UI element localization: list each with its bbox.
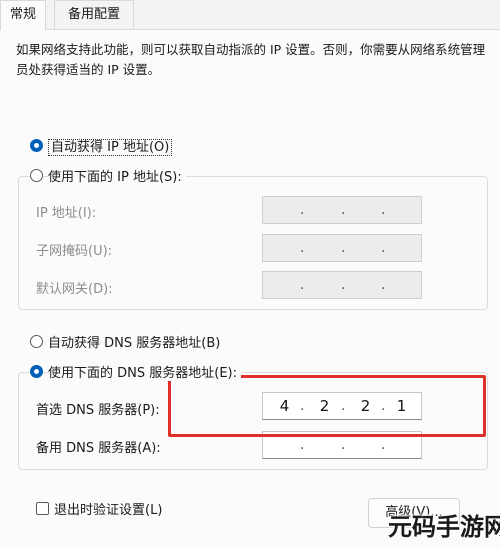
- watermark-logo: 元码手游网: [366, 501, 500, 545]
- radio-auto-dns[interactable]: [30, 335, 43, 348]
- radio-auto-ip[interactable]: [30, 139, 43, 152]
- ip-address-input[interactable]: ...: [262, 196, 422, 224]
- default-gateway-input[interactable]: ...: [262, 271, 422, 299]
- ip-address-label: IP 地址(I):: [36, 206, 97, 221]
- watermark-text: 元码手游网: [388, 513, 500, 541]
- red-highlight-box: [168, 375, 486, 437]
- tab-general[interactable]: 常规: [0, 0, 46, 31]
- radio-auto-ip-label[interactable]: 自动获得 IP 地址(O): [48, 136, 173, 156]
- radio-manual-dns[interactable]: [30, 365, 43, 378]
- radio-manual-dns-label[interactable]: 使用下面的 DNS 服务器地址(E):: [48, 362, 241, 381]
- description-text: 如果网络支持此功能，则可以获取自动指派的 IP 设置。否则，你需要从网络系统管理…: [16, 42, 486, 77]
- subnet-mask-label: 子网掩码(U):: [36, 244, 113, 259]
- validate-on-exit-checkbox[interactable]: [36, 502, 49, 515]
- subnet-mask-input[interactable]: ...: [262, 234, 422, 262]
- radio-manual-ip[interactable]: [30, 169, 43, 182]
- alternate-dns-label: 备用 DNS 服务器(A):: [36, 441, 161, 456]
- radio-auto-dns-label[interactable]: 自动获得 DNS 服务器地址(B): [48, 332, 220, 351]
- tab-bar: 常规 备用配置: [0, 0, 500, 31]
- preferred-dns-label: 首选 DNS 服务器(P):: [36, 403, 160, 418]
- radio-manual-ip-label[interactable]: 使用下面的 IP 地址(S):: [48, 166, 186, 185]
- tab-alternate-config[interactable]: 备用配置: [54, 0, 134, 29]
- default-gateway-label: 默认网关(D):: [36, 282, 113, 297]
- validate-on-exit-label[interactable]: 退出时验证设置(L): [54, 499, 162, 518]
